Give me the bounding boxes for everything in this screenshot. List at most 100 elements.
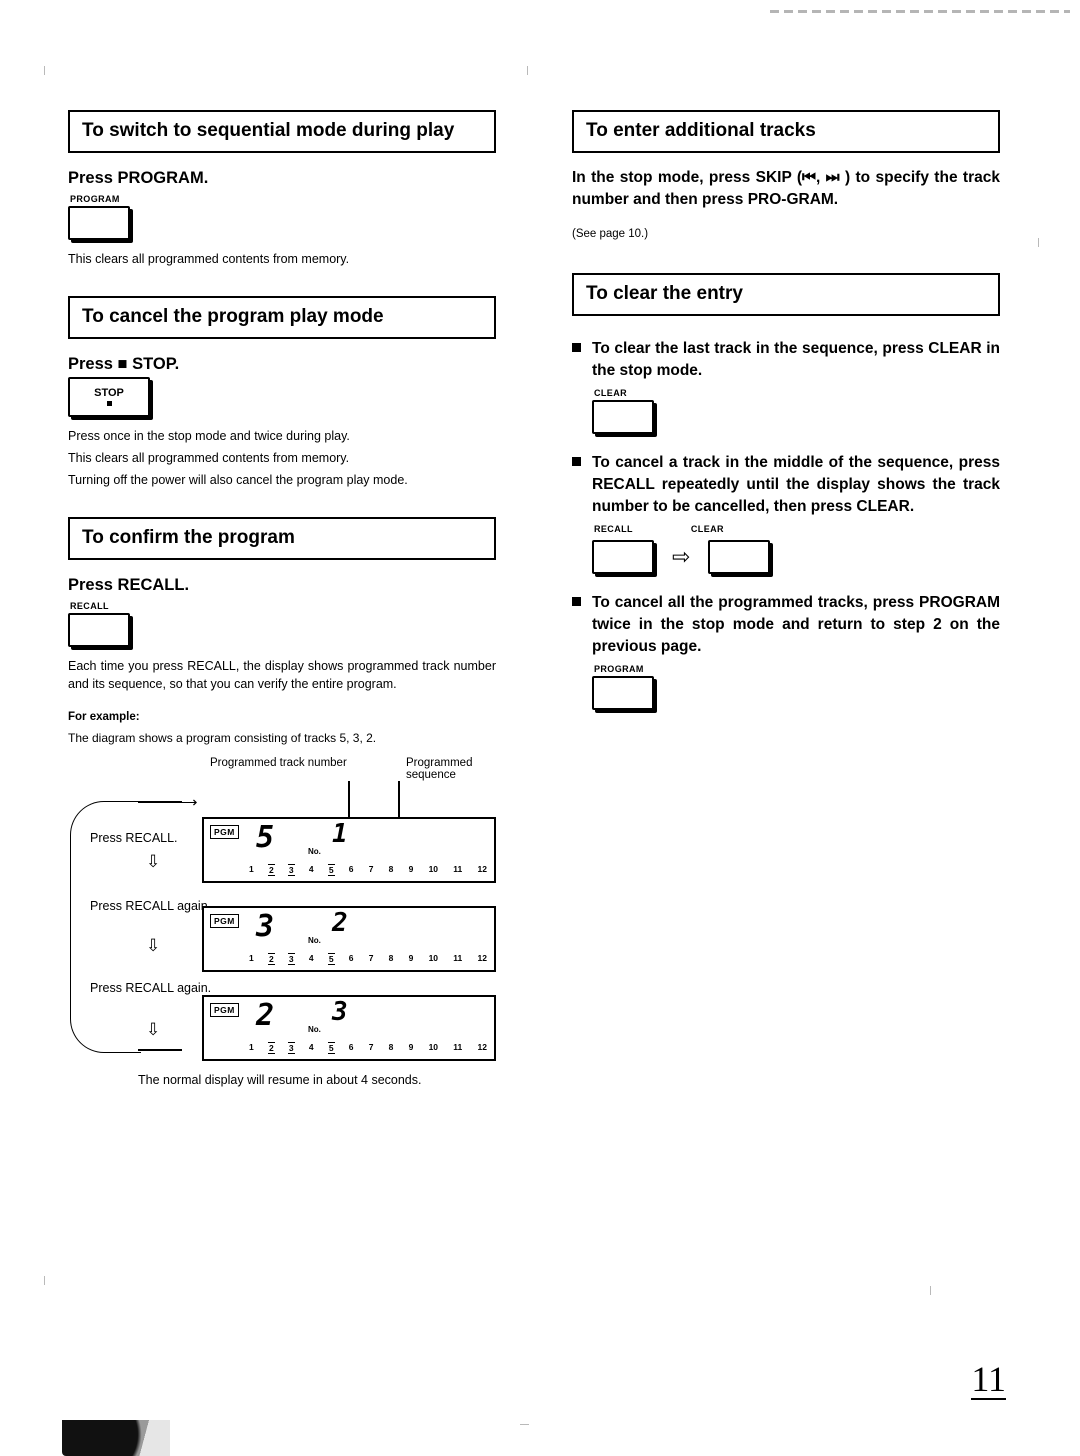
lcd-scale-number: 1: [249, 864, 254, 875]
stop-square-icon: [106, 400, 112, 406]
program-button-caption: PROGRAM: [70, 193, 120, 204]
lcd-scale-number: 10: [428, 1042, 439, 1053]
program-button-icon: [68, 205, 130, 240]
press-stop-label: Press ■ STOP.: [68, 354, 180, 373]
lcd-scale-number: 7: [368, 864, 374, 875]
step-arrow-1: ⇩: [146, 852, 161, 872]
heading-text: To cancel the program play mode: [68, 295, 496, 339]
sec1-note: This clears all programmed contents from…: [68, 251, 350, 266]
clear-entry-bullet-3: To cancel all the programmed tracks, pre…: [572, 592, 1000, 658]
bullet-square-icon: [572, 596, 581, 606]
bullet-1-buttons: CLEAR: [592, 388, 1000, 434]
lcd-scale-number: 8: [388, 864, 394, 875]
resume-note: The normal display will resume in about …: [138, 1073, 422, 1088]
lcd-scale-number: 9: [408, 864, 414, 875]
lcd-scale-number: 6: [348, 953, 354, 964]
lcd-scale-number: 8: [388, 953, 394, 964]
lcd-scale-number: 6: [348, 1042, 354, 1053]
lcd-scale-number: 10: [428, 953, 439, 964]
lcd-pgm-label-2: PGM: [210, 914, 239, 929]
lcd-display-1: PGM 5 No. 1 1 2 3 4 5 6 7 8 9 10 11 12: [202, 817, 496, 884]
diagram-captions: Programmed track number Programmed seque…: [210, 757, 496, 781]
lcd-sequence-2: 2: [332, 908, 348, 939]
section-heading-cancel-program-play: To cancel the program play mode: [68, 295, 496, 339]
lcd-no-label-2: No.: [308, 936, 321, 946]
sec2-note-3: Turning off the power will also cancel t…: [68, 472, 408, 487]
lcd-scale-number: 4: [308, 953, 314, 964]
bullet-square-icon: [572, 342, 581, 352]
sec2-note-1: Press once in the stop mode and twice du…: [68, 428, 350, 443]
heading-text: To clear the entry: [572, 272, 1000, 316]
clear-button-icon: [592, 399, 654, 434]
section-heading-confirm-program: To confirm the program: [68, 517, 496, 560]
for-example-label: For example:: [68, 711, 140, 723]
step-label-2: Press RECALL again.: [90, 899, 211, 913]
step-arrow-3: ⇩: [146, 1020, 161, 1040]
right-column: To enter additional tracks In the stop m…: [572, 110, 1000, 710]
bullet-3-text: To cancel all the programmed tracks, pre…: [592, 593, 1000, 655]
lcd-pgm-label-1: PGM: [210, 825, 239, 840]
sec2-note-2: This clears all programmed contents from…: [68, 450, 350, 465]
right-arrow-icon: ⇨: [672, 543, 691, 569]
lcd-pgm-label-3: PGM: [210, 1003, 239, 1018]
lcd-display-2: PGM 3 No. 2 1 2 3 4 5 6 7 8 9 10 11 12: [202, 906, 496, 973]
registration-tick: [527, 66, 528, 75]
sec3-note: Each time you press RECALL, the display …: [68, 658, 496, 691]
clear-entry-bullet-2: To cancel a track in the middle of the s…: [572, 452, 1000, 518]
lcd-display-3: PGM 2 No. 3 1 2 3 4 5 6 7 8 9 10 11 12: [202, 995, 496, 1062]
step-label-1: Press RECALL.: [90, 831, 178, 846]
press-program-label: Press PROGRAM.: [68, 168, 209, 187]
registration-tick: [930, 1286, 931, 1295]
step-arrow-2: ⇩: [146, 936, 161, 956]
lcd-scale-number: 11: [453, 864, 463, 875]
step-label-2-text: Press RECALL again.: [90, 899, 212, 914]
lcd-no-label-3: No.: [308, 1025, 321, 1035]
program-button-caption-2: PROGRAM: [594, 663, 644, 674]
section-heading-clear-entry: To clear the entry: [572, 272, 1000, 316]
lcd-track-number-2: 3: [256, 909, 281, 945]
lcd-scale-number: 12: [477, 1042, 487, 1053]
loop-bottom-arm: [138, 1049, 182, 1051]
lcd-scale-number: 2: [267, 1042, 275, 1055]
press-recall-label: Press RECALL.: [68, 575, 190, 594]
clear-button-icon-2: [708, 539, 771, 574]
step-label-3-text: Press RECALL again.: [90, 981, 212, 996]
stop-button-icon: STOP: [68, 376, 150, 417]
bullet-3-buttons: PROGRAM: [592, 664, 1000, 710]
lcd-scale-number: 3: [287, 1042, 295, 1055]
see-page-note: (See page 10.): [572, 228, 649, 241]
lcd-track-number-3: 2: [256, 998, 281, 1034]
registration-tick: [520, 1424, 529, 1425]
lcd-scale-number: 7: [368, 1042, 374, 1053]
lcd-scale-number: 12: [477, 864, 487, 875]
caption-programmed-track-number: Programmed track number: [210, 757, 347, 770]
lcd-scale-number: 11: [453, 1042, 463, 1053]
recall-button-caption-2: RECALL: [594, 523, 633, 534]
lcd-scale-number: 5: [327, 1042, 335, 1055]
lcd-scale-number: 2: [267, 953, 275, 966]
heading-text: To switch to sequential mode during play: [68, 110, 496, 153]
left-column: To switch to sequential mode during play…: [68, 110, 496, 1087]
section-heading-enter-additional-tracks: To enter additional tracks: [572, 110, 1000, 153]
lcd-scale-number: 9: [408, 953, 414, 964]
recall-example-diagram: Programmed track number Programmed seque…: [68, 757, 496, 1087]
bullet-square-icon: [572, 456, 581, 466]
lcd-scale-number: 7: [368, 953, 374, 964]
bullet-2-buttons: RECALL CLEAR ⇨: [592, 518, 1000, 574]
lcd-scale-number: 12: [477, 953, 487, 964]
diagram-body: ⟶ Press RECALL. ⇩ PGM 5 No. 1 1234567891…: [68, 781, 496, 1087]
lcd-no-label-1: No.: [308, 847, 321, 857]
lcd-scale-number: 8: [388, 1042, 394, 1053]
lcd-sequence-3: 3: [332, 997, 348, 1028]
step-label-3: Press RECALL again.: [90, 981, 211, 995]
lcd-track-scale-2: 1 2 3 4 5 6 7 8 9 10 11 12: [248, 953, 488, 966]
lcd-sequence-1: 1: [332, 819, 348, 850]
bullet-2-text: To cancel a track in the middle of the s…: [592, 453, 1000, 515]
lcd-track-number-1: 5: [256, 820, 281, 856]
lcd-scale-number: 5: [327, 864, 335, 877]
program-button-icon-2: [592, 675, 654, 710]
manual-page: To switch to sequential mode during play…: [0, 0, 1080, 1456]
lcd-scale-number: 3: [287, 864, 295, 877]
stop-button-text: STOP: [94, 386, 124, 399]
lcd-scale-number: 4: [308, 1042, 314, 1053]
